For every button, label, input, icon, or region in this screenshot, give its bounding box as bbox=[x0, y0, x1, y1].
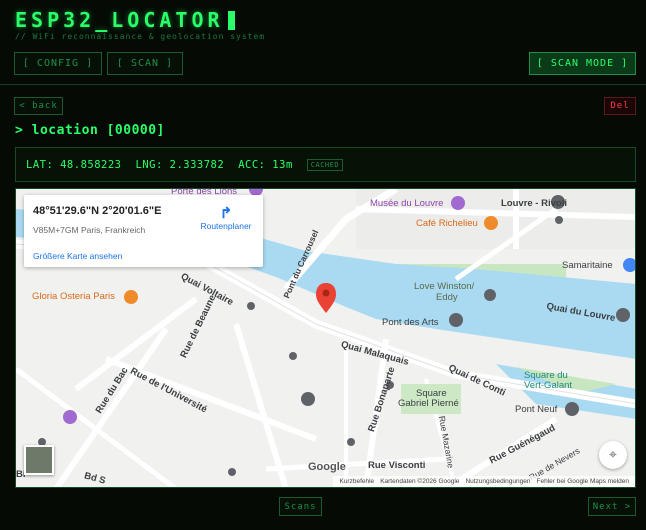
map-label: Samaritaine bbox=[562, 260, 613, 271]
scan-button[interactable]: [ SCAN ] bbox=[107, 52, 183, 75]
scans-button[interactable]: Scans bbox=[279, 497, 322, 516]
google-logo: Google bbox=[308, 461, 346, 473]
map-label: Vert-Galant bbox=[524, 380, 573, 391]
place-coordinates: 48°51'29.6"N 2°20'01.6"E bbox=[33, 205, 162, 217]
config-button[interactable]: [ CONFIG ] bbox=[14, 52, 102, 75]
map-label: Love Winston/ bbox=[414, 281, 475, 292]
map-label: Café Richelieu bbox=[416, 218, 478, 229]
map-label: Pont Neuf bbox=[515, 404, 558, 415]
map-label: Gloria Osteria Paris bbox=[32, 291, 115, 302]
map-data-text: Kartendaten ©2026 Google bbox=[380, 478, 460, 485]
map-label: Louvre - Rivoli bbox=[501, 198, 567, 209]
map-view[interactable]: Porte des Lions Musée du Louvre Louvre -… bbox=[15, 188, 636, 488]
accuracy-value: ACC: 13m bbox=[238, 158, 293, 171]
map-label: Gabriel Pierné bbox=[398, 398, 459, 409]
latitude-value: LAT: 48.858223 bbox=[26, 158, 122, 171]
coordinates-panel: LAT: 48.858223 LNG: 2.333782 ACC: 13m CA… bbox=[15, 147, 636, 182]
scan-mode-button[interactable]: [ SCAN MODE ] bbox=[529, 52, 636, 75]
app-title-text: ESP32_LOCATOR bbox=[15, 8, 224, 32]
shortcuts-link[interactable]: Kurzbefehle bbox=[339, 478, 374, 485]
plus-code: V85M+7GM Paris, Frankreich bbox=[33, 225, 146, 235]
map-label: Musée du Louvre bbox=[370, 198, 444, 209]
app-title: ESP32_LOCATOR bbox=[15, 8, 235, 32]
delete-button[interactable]: Del bbox=[604, 97, 636, 115]
crosshair-icon: ⌖ bbox=[609, 447, 617, 463]
app-subtitle: // WiFi reconnaissance & geolocation sys… bbox=[15, 32, 266, 41]
place-info-card: 48°51'29.6"N 2°20'01.6"E V85M+7GM Paris,… bbox=[24, 195, 263, 267]
larger-map-link[interactable]: Größere Karte ansehen bbox=[33, 251, 122, 261]
directions-button[interactable]: ↱ Routenplaner bbox=[194, 205, 258, 231]
cursor-block bbox=[227, 11, 235, 30]
map-label: Eddy bbox=[436, 292, 458, 303]
map-label: Pont des Arts bbox=[382, 317, 439, 328]
directions-label: Routenplaner bbox=[200, 221, 252, 231]
terms-link[interactable]: Nutzungsbedingungen bbox=[465, 478, 530, 485]
map-label: Rue Visconti bbox=[368, 460, 426, 471]
directions-icon: ↱ bbox=[219, 205, 233, 222]
location-heading: > location [00000] bbox=[15, 123, 165, 138]
longitude-value: LNG: 2.333782 bbox=[135, 158, 225, 171]
report-error-link[interactable]: Fehler bei Google Maps melden bbox=[537, 478, 630, 485]
my-location-button[interactable]: ⌖ bbox=[599, 441, 627, 469]
back-button[interactable]: < back bbox=[14, 97, 63, 115]
cached-badge: CACHED bbox=[306, 158, 344, 171]
satellite-toggle[interactable] bbox=[24, 445, 54, 475]
divider bbox=[0, 84, 646, 85]
next-button[interactable]: Next > bbox=[588, 497, 636, 516]
map-attribution: Kurzbefehle Kartendaten ©2026 Google Nut… bbox=[333, 476, 635, 487]
